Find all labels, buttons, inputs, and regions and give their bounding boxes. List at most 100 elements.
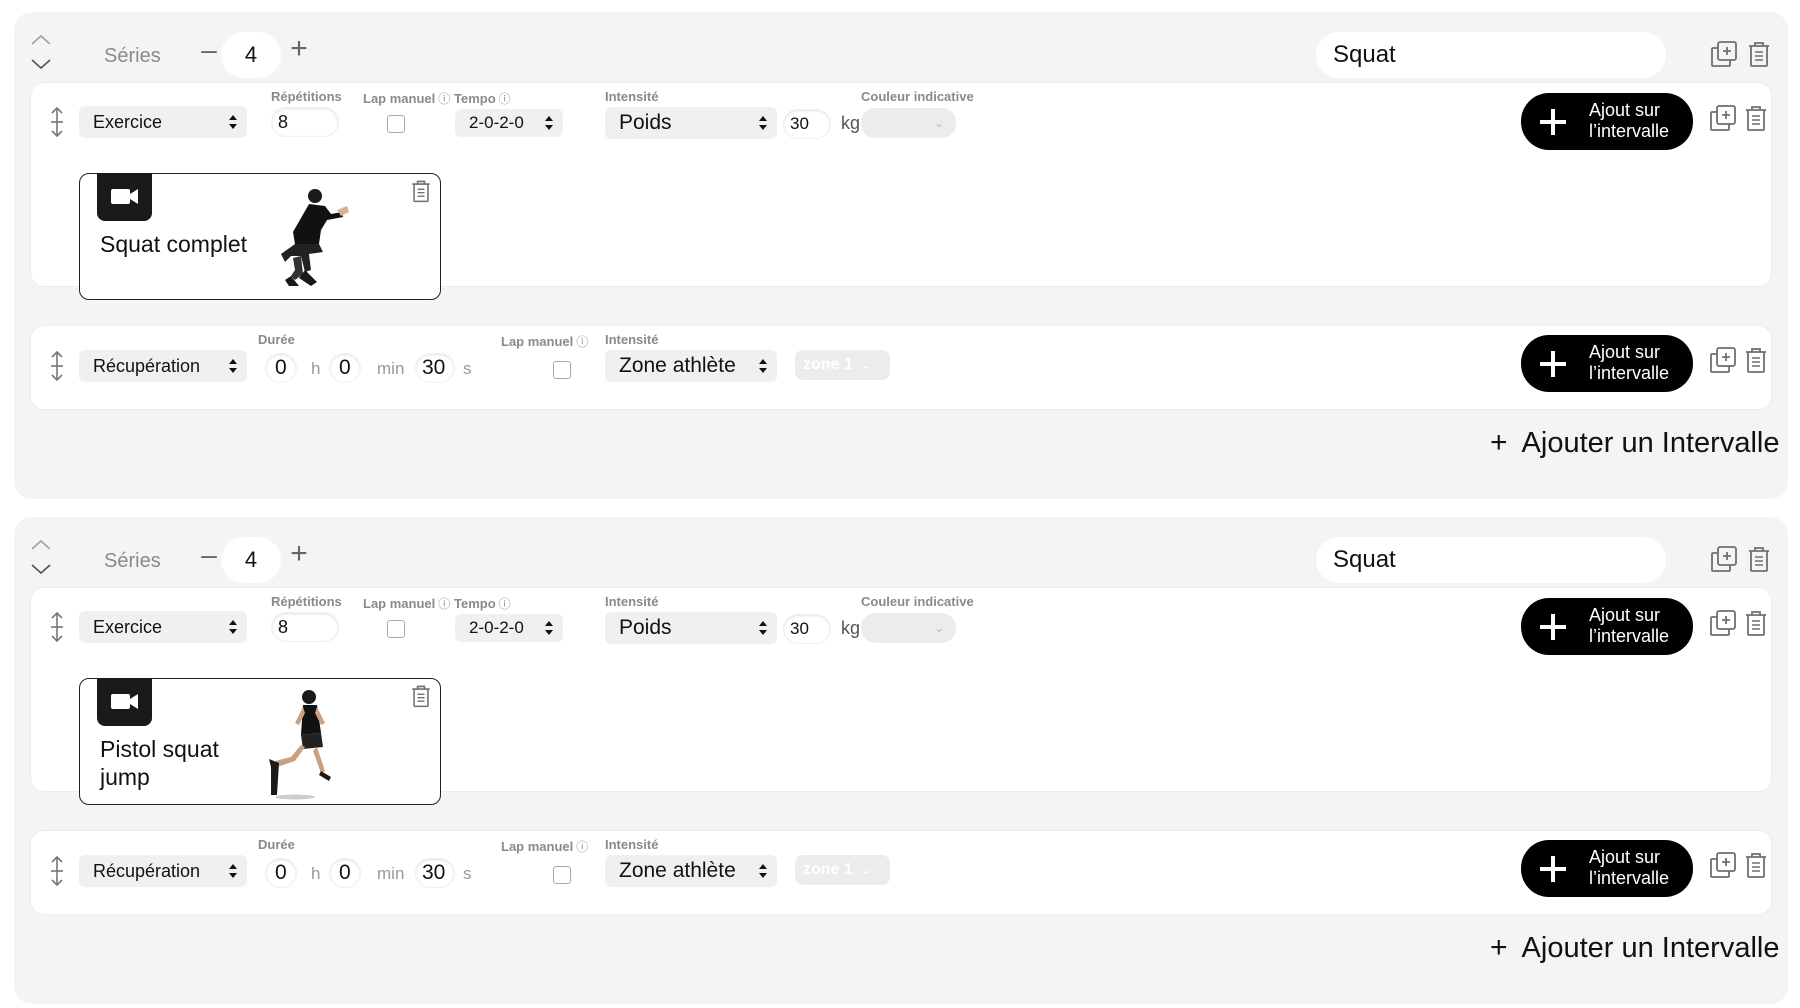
series-increment-button[interactable]: + [286,539,312,569]
block-name-input[interactable]: Squat [1316,32,1666,78]
series-count-input[interactable]: 4 [221,32,281,78]
intensity-type-select[interactable]: Zone athlète [605,855,777,887]
add-on-interval-button[interactable]: Ajout sur l’intervalle [1521,335,1693,392]
block-name-input[interactable]: Squat [1316,537,1666,583]
intensity-unit: kg [841,618,861,638]
trash-icon[interactable] [1744,544,1774,574]
lap-manual-label: Lap manuel ⓘ [501,334,589,349]
seconds-unit: s [463,359,472,378]
minutes-unit: min [377,864,405,883]
select-arrows-icon [758,357,768,375]
zone-select[interactable]: zone 1 ⌄ [795,855,890,885]
series-decrement-button[interactable]: – [197,541,221,569]
duplicate-icon[interactable] [1708,345,1738,375]
zone-select[interactable]: zone 1 ⌄ [795,350,890,380]
trash-icon[interactable] [408,683,434,709]
series-increment-button[interactable]: + [286,34,312,64]
info-icon: ⓘ [576,335,589,349]
minutes-unit: min [377,359,405,378]
seconds-unit: s [463,864,472,883]
hours-unit: h [311,864,321,883]
trash-icon[interactable] [408,178,434,204]
trash-icon[interactable] [1744,39,1774,69]
exercise-video-card[interactable]: Pistol squat jump [79,678,441,805]
intensity-type-select[interactable]: Poids [605,612,777,644]
series-count-input[interactable]: 4 [221,537,281,583]
duplicate-icon[interactable] [1708,103,1738,133]
hours-unit: h [311,359,321,378]
duplicate-icon[interactable] [1708,850,1738,880]
drag-handle-icon[interactable] [47,855,67,887]
collapse-chevrons-icon[interactable] [28,533,54,579]
duplicate-icon[interactable] [1708,608,1738,638]
info-icon: ⓘ [438,597,451,611]
select-arrows-icon [544,114,554,132]
trash-icon[interactable] [1741,608,1771,638]
trash-icon[interactable] [1741,850,1771,880]
add-on-interval-button[interactable]: Ajout sur l’intervalle [1521,840,1693,897]
duplicate-icon[interactable] [1709,544,1739,574]
recovery-card: Récupération Durée 0 h 0 min 30 s Lap ma… [30,325,1772,410]
plus-icon [1537,106,1569,138]
add-interval-button[interactable]: + Ajouter un Intervalle [1490,426,1779,460]
duration-hours-input[interactable]: 0 [265,858,297,888]
add-on-interval-button[interactable]: Ajout sur l’intervalle [1521,93,1693,150]
interval-type-select[interactable]: Récupération [79,350,247,382]
tempo-select[interactable]: 2-0-2-0 [455,109,563,137]
exercise-card: Exercice Répétitions 8 Lap manuel ⓘ Tempo… [30,587,1772,805]
intensity-label: Intensité [605,837,659,852]
duration-seconds-input[interactable]: 30 [415,353,455,383]
interval-type-value: Récupération [93,356,201,376]
lap-manual-label: Lap manuel ⓘ [501,839,589,854]
collapse-chevrons-icon[interactable] [28,28,54,74]
add-button-line1: Ajout sur [1589,342,1661,362]
duration-hours-input[interactable]: 0 [265,353,297,383]
trash-icon[interactable] [1741,103,1771,133]
info-icon: ⓘ [498,92,511,106]
tempo-select[interactable]: 2-0-2-0 [455,614,563,642]
color-label: Couleur indicative [861,594,974,609]
interval-type-select[interactable]: Récupération [79,855,247,887]
drag-handle-icon[interactable] [47,350,67,382]
interval-block: Séries – 4 + Squat Exercice Répétitions … [14,12,1788,499]
lap-manual-checkbox[interactable] [387,620,405,638]
duration-minutes-input[interactable]: 0 [329,353,361,383]
plus-icon: + [1490,426,1508,459]
zone-value: zone 1 [803,356,853,373]
lap-manual-checkbox[interactable] [553,361,571,379]
series-decrement-button[interactable]: – [197,36,221,64]
lap-manual-checkbox[interactable] [387,115,405,133]
interval-type-value: Récupération [93,861,201,881]
lap-manual-checkbox[interactable] [553,866,571,884]
plus-icon: + [1490,931,1508,964]
select-arrows-icon [758,619,768,637]
intensity-label: Intensité [605,89,659,104]
reps-label: Répétitions [271,89,342,104]
exercise-video-card[interactable]: Squat complet [79,173,441,300]
duration-seconds-input[interactable]: 30 [415,858,455,888]
interval-type-select[interactable]: Exercice [79,106,247,138]
intensity-unit: kg [841,113,861,133]
drag-handle-icon[interactable] [47,611,67,643]
add-interval-label: Ajouter un Intervalle [1521,427,1780,459]
duplicate-icon[interactable] [1709,39,1739,69]
tempo-value: 2-0-2-0 [469,618,524,637]
color-select[interactable]: ⌄ [861,108,956,138]
add-on-interval-button[interactable]: Ajout sur l’intervalle [1521,598,1693,655]
trash-icon[interactable] [1741,345,1771,375]
plus-icon [1537,348,1569,380]
reps-input[interactable]: 8 [271,612,339,642]
duration-minutes-input[interactable]: 0 [329,858,361,888]
interval-type-select[interactable]: Exercice [79,611,247,643]
intensity-value-input[interactable]: 30 [783,614,831,644]
color-select[interactable]: ⌄ [861,613,956,643]
reps-input[interactable]: 8 [271,107,339,137]
intensity-value-input[interactable]: 30 [783,109,831,139]
add-button-line1: Ajout sur [1589,847,1661,867]
drag-handle-icon[interactable] [47,106,67,138]
intensity-type-select[interactable]: Poids [605,107,777,139]
add-interval-button[interactable]: + Ajouter un Intervalle [1490,931,1779,965]
interval-type-value: Exercice [93,112,163,132]
reps-label: Répétitions [271,594,342,609]
intensity-type-select[interactable]: Zone athlète [605,350,777,382]
